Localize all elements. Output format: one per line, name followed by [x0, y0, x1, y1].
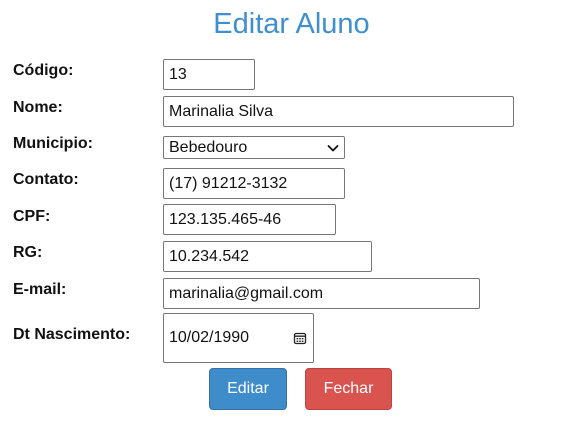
- nascimento-label: Dt Nascimento:: [13, 326, 131, 343]
- calendar-icon[interactable]: [293, 331, 307, 345]
- edit-button-label: Editar: [227, 380, 269, 397]
- rg-value: 10.234.542: [169, 247, 250, 265]
- nome-input[interactable]: Marinalia Silva: [163, 96, 514, 127]
- page-title: Editar Aluno: [213, 8, 370, 40]
- edit-button[interactable]: Editar: [209, 368, 287, 410]
- municipio-label: Municipio:: [13, 135, 93, 152]
- cpf-input[interactable]: 123.135.465-46: [163, 204, 336, 235]
- codigo-value: 13: [169, 65, 187, 83]
- rg-label: RG:: [13, 244, 43, 261]
- contato-value: (17) 91212-3132: [169, 174, 288, 192]
- email-value: marinalia@gmail.com: [169, 284, 324, 302]
- contato-label: Contato:: [13, 171, 79, 188]
- nome-label: Nome:: [13, 99, 63, 116]
- cpf-label: CPF:: [13, 208, 51, 225]
- municipio-value: Bebedouro: [169, 138, 248, 156]
- email-input[interactable]: marinalia@gmail.com: [163, 278, 480, 309]
- email-label: E-mail:: [13, 281, 67, 298]
- codigo-label: Código:: [13, 62, 74, 79]
- nome-value: Marinalia Silva: [169, 102, 274, 120]
- close-button[interactable]: Fechar: [305, 368, 392, 410]
- rg-input[interactable]: 10.234.542: [163, 241, 372, 272]
- cpf-value: 123.135.465-46: [169, 210, 282, 228]
- contato-input[interactable]: (17) 91212-3132: [163, 168, 345, 199]
- codigo-input[interactable]: 13: [163, 59, 255, 90]
- nascimento-date-input[interactable]: 10/02/1990: [163, 313, 314, 363]
- close-button-label: Fechar: [323, 380, 374, 397]
- municipio-select[interactable]: Bebedouro: [163, 136, 345, 159]
- chevron-down-icon: [326, 141, 340, 155]
- nascimento-value: 10/02/1990: [169, 329, 250, 346]
